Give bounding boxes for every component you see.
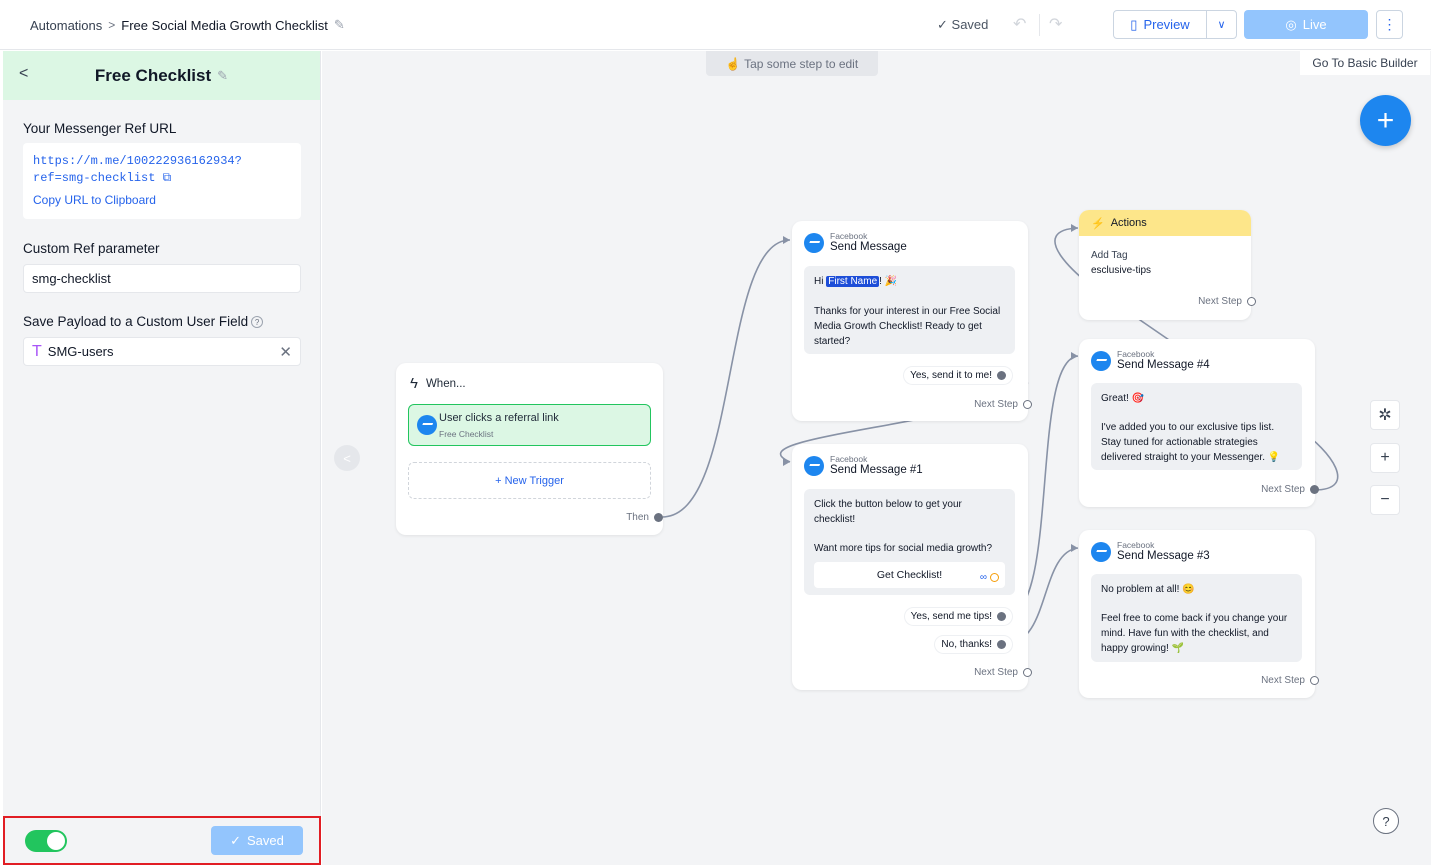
next-step-connector[interactable]: Next Step <box>1261 484 1319 495</box>
link-button[interactable]: Get Checklist! ∞ <box>814 562 1005 588</box>
next-step-label: Next Step <box>974 667 1018 678</box>
next-step-connector[interactable]: Next Step <box>974 667 1032 678</box>
message-line: Great! 🎯 <box>1101 393 1145 404</box>
connector-dot[interactable] <box>997 612 1006 621</box>
messenger-icon <box>1091 351 1111 371</box>
first-name-tag: First Name <box>826 276 880 287</box>
node-header: Facebook Send Message #4 <box>1091 349 1210 371</box>
node-title: Send Message #1 <box>830 464 923 476</box>
messenger-icon <box>417 415 437 435</box>
node-title: Send Message #4 <box>1117 359 1210 371</box>
message-bubble: No problem at all! 😊 Feel free to come b… <box>1091 574 1302 662</box>
message-bubble: Great! 🎯 I've added you to our exclusive… <box>1091 383 1302 470</box>
message-bubble: Hi First Name! 🎉 Thanks for your interes… <box>804 266 1015 354</box>
arrow-head <box>783 236 790 244</box>
arrow-head <box>783 458 790 466</box>
action-tag: esclusive-tips <box>1091 265 1152 276</box>
reply-button[interactable]: Yes, send me tips! <box>904 608 1012 625</box>
connector-dot[interactable] <box>1310 676 1319 685</box>
actions-header: ⚡ Actions <box>1079 210 1251 236</box>
message-bubble: Click the button below to get your check… <box>804 489 1015 595</box>
reply-label: Yes, send it to me! <box>910 370 992 381</box>
node-header: Facebook Send Message <box>804 231 907 253</box>
platform-label: Facebook <box>830 454 868 464</box>
next-step-label: Next Step <box>974 399 1018 410</box>
platform-label: Facebook <box>1117 540 1155 550</box>
action-name: Add Tag <box>1091 250 1128 261</box>
link-button-connector: ∞ <box>980 570 999 585</box>
messenger-icon <box>1091 542 1111 562</box>
message-body: Want more tips for social media growth? <box>814 543 993 554</box>
greeting-line: Hi First Name! 🎉 <box>814 276 898 287</box>
trigger-subtitle: Free Checklist <box>439 429 494 439</box>
send-message-node[interactable]: Facebook Send Message Hi First Name! 🎉 Th… <box>792 221 1032 421</box>
messenger-icon <box>804 233 824 253</box>
messenger-icon <box>804 456 824 476</box>
link-icon: ∞ <box>979 572 987 583</box>
next-step-label: Next Step <box>1198 296 1242 307</box>
wire-then-to-send-message <box>661 239 791 518</box>
message-body: Thanks for your interest in our Free Soc… <box>814 306 1001 347</box>
send-message-1-node[interactable]: Facebook Send Message #1 Click the button… <box>792 444 1032 690</box>
send-message-3-node[interactable]: Facebook Send Message #3 No problem at al… <box>1079 530 1319 698</box>
lightning-icon: ϟ <box>410 375 418 392</box>
message-line: No problem at all! 😊 <box>1101 584 1195 595</box>
when-header: ϟ When... <box>410 375 466 392</box>
reply-button[interactable]: No, thanks! <box>935 636 1012 653</box>
connector-dot[interactable] <box>997 371 1006 380</box>
next-step-connector[interactable]: Next Step <box>974 399 1032 410</box>
next-step-label: Next Step <box>1261 675 1305 686</box>
connector-dot[interactable] <box>1310 485 1319 494</box>
reply-label: Yes, send me tips! <box>910 611 992 622</box>
link-button-label: Get Checklist! <box>876 568 943 581</box>
arrow-head <box>1071 224 1078 232</box>
new-trigger-button[interactable]: + New Trigger <box>408 462 651 499</box>
greeting-text: Hi <box>814 276 824 287</box>
when-trigger-node[interactable]: ϟ When... User clicks a referral link Fr… <box>396 363 663 535</box>
party-icon: 🎉 <box>884 276 898 287</box>
message-body: Click the button below to get your check… <box>814 499 962 525</box>
message-body: I've added you to our exclusive tips lis… <box>1101 422 1281 463</box>
message-body: Feel free to come back if you change you… <box>1101 613 1288 654</box>
connector-dot[interactable] <box>990 573 999 582</box>
connector-dot[interactable] <box>1023 668 1032 677</box>
actions-node[interactable]: ⚡ Actions Add Tag esclusive-tips Next Ste… <box>1079 210 1256 320</box>
actions-title: Actions <box>1110 217 1147 229</box>
when-title: When... <box>425 377 466 390</box>
connector-dot[interactable] <box>654 513 663 522</box>
node-header: Facebook Send Message #1 <box>804 454 923 476</box>
connector-dot[interactable] <box>1247 297 1256 306</box>
reply-button[interactable]: Yes, send it to me! <box>904 367 1012 384</box>
then-label: Then <box>626 512 649 523</box>
send-message-4-node[interactable]: Facebook Send Message #4 Great! 🎯 I've ad… <box>1079 339 1319 507</box>
connector-dot[interactable] <box>997 640 1006 649</box>
arrow-head <box>1071 544 1078 552</box>
node-title: Send Message #3 <box>1117 550 1210 562</box>
next-step-label: Next Step <box>1261 484 1305 495</box>
trigger-card[interactable]: User clicks a referral link Free Checkli… <box>408 404 651 446</box>
platform-label: Facebook <box>830 231 868 241</box>
arrow-head <box>1071 352 1078 360</box>
node-title: Send Message <box>830 241 907 253</box>
connector-dot[interactable] <box>1023 400 1032 409</box>
lightning-icon: ⚡ <box>1091 217 1105 230</box>
reply-label: No, thanks! <box>941 639 992 650</box>
trigger-title: User clicks a referral link <box>439 412 559 424</box>
node-header: Facebook Send Message #3 <box>1091 540 1210 562</box>
next-step-connector[interactable]: Next Step <box>1261 675 1319 686</box>
next-step-connector[interactable]: Next Step <box>1198 296 1256 307</box>
then-connector[interactable]: Then <box>626 512 663 523</box>
platform-label: Facebook <box>1117 349 1155 359</box>
